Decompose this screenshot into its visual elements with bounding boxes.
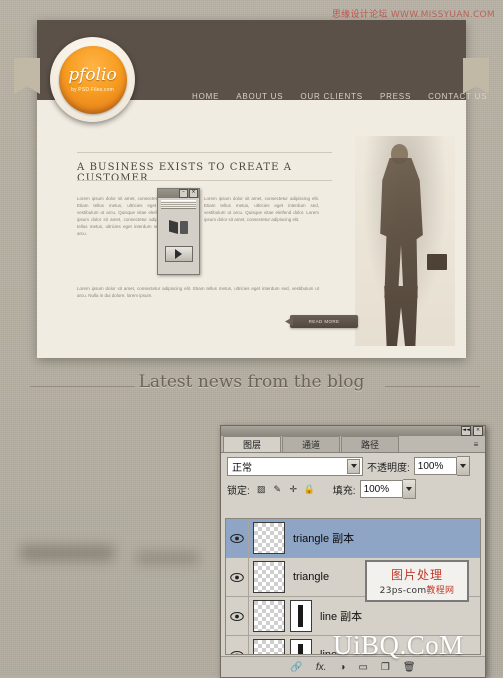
- blend-row: 正常 不透明度: 100%: [221, 453, 485, 476]
- table-row[interactable]: triangle 副本: [226, 519, 480, 558]
- tab-paths[interactable]: 路径: [341, 436, 399, 452]
- badge-line-2-b: 教程网: [426, 586, 455, 596]
- mini-panel-tool-icons[interactable]: [164, 213, 194, 241]
- visibility-eye-icon[interactable]: [226, 597, 249, 635]
- opacity-label: 不透明度:: [367, 462, 410, 474]
- lock-label: 锁定:: [227, 485, 250, 497]
- layer-thumbnail[interactable]: [253, 600, 285, 632]
- site-logo-circle: pfolio by PSD.Files.com: [58, 45, 127, 114]
- layer-thumbnail[interactable]: [253, 522, 285, 554]
- blend-mode-select[interactable]: 正常: [227, 456, 363, 476]
- mini-panel-body: [158, 209, 199, 266]
- screenshot-root: 思缘设计论坛 WWW.MISSYUAN.COM HOME ABOUT US OU…: [0, 0, 503, 678]
- floating-mini-panel[interactable]: – ×: [157, 188, 200, 275]
- all-lock-icon[interactable]: 🔒: [304, 483, 315, 495]
- fx-icon[interactable]: fx.: [316, 662, 327, 673]
- read-more-button[interactable]: READ MORE: [290, 315, 358, 328]
- fill-label: 填充:: [332, 485, 356, 497]
- watermark-top: 思缘设计论坛 WWW.MISSYUAN.COM: [332, 7, 495, 20]
- visibility-eye-icon[interactable]: [226, 519, 249, 557]
- fill-chevron-down-icon[interactable]: [402, 479, 416, 499]
- tab-channels[interactable]: 通道: [282, 436, 340, 452]
- body-column-2: Lorem ipsum dolor sit amet, consectetur …: [204, 196, 319, 222]
- folder-icon[interactable]: ▭: [358, 662, 367, 673]
- play-icon: [175, 249, 182, 259]
- badge-line-2: 23ps-com教程网: [380, 583, 455, 596]
- badge-line-2-a: 23ps-com: [379, 586, 427, 596]
- mini-panel-minimize-button[interactable]: –: [179, 189, 188, 198]
- chevron-down-icon[interactable]: [347, 458, 360, 474]
- layer-name: line 副本: [320, 611, 363, 623]
- headline-rule-top: [77, 152, 332, 153]
- layer-thumbnail[interactable]: [253, 639, 285, 654]
- palette-tabs[interactable]: 图层 通道 路径 ≡: [221, 436, 485, 453]
- figure-briefcase: [427, 254, 447, 270]
- layer-mask-thumbnail[interactable]: [290, 600, 312, 632]
- fill-input[interactable]: 100%: [359, 480, 403, 498]
- site-logo-text: pfolio: [68, 64, 117, 85]
- checker-lock-icon[interactable]: ▨: [256, 483, 267, 495]
- layer-name: triangle 副本: [293, 533, 355, 545]
- blog-heading-rule-right: [385, 386, 480, 387]
- trash-icon[interactable]: 🗑: [403, 662, 416, 673]
- read-more-label: READ MORE: [308, 319, 340, 324]
- brush-lock-icon[interactable]: ✎: [272, 483, 283, 495]
- panel-menu-icon[interactable]: ≡: [471, 439, 481, 449]
- new-layer-icon[interactable]: ❐: [381, 662, 390, 673]
- mini-panel-close-button[interactable]: ×: [189, 189, 198, 198]
- blurred-thumb-left: [20, 545, 115, 561]
- layer-name: triangle: [293, 571, 330, 583]
- lock-row: 锁定: ▨ ✎ ✛ 🔒 填充: 100%: [221, 476, 485, 499]
- mini-panel-grip[interactable]: [161, 200, 196, 209]
- watermark-top-en: WWW.MISSYUAN.COM: [390, 10, 495, 20]
- document-icon[interactable]: [180, 220, 188, 234]
- link-icon[interactable]: 🔗: [290, 662, 302, 673]
- palette-close-button[interactable]: ×: [473, 426, 483, 436]
- move-lock-icon[interactable]: ✛: [288, 483, 299, 495]
- mask-icon[interactable]: ◑: [339, 662, 345, 673]
- site-logo: pfolio by PSD.Files.com: [50, 37, 135, 122]
- watermark-top-cn: 思缘设计论坛: [331, 10, 388, 20]
- opacity-field-group[interactable]: 100%: [413, 456, 470, 476]
- palette-titlebar[interactable]: ◄◄ ×: [221, 426, 485, 436]
- layer-thumbnail[interactable]: [253, 561, 285, 593]
- blog-heading: Latest news from the blog: [138, 372, 365, 392]
- lock-icon-group[interactable]: ▨ ✎ ✛ 🔒: [256, 483, 315, 495]
- mini-panel-titlebar[interactable]: – ×: [158, 189, 199, 198]
- opacity-chevron-down-icon[interactable]: [456, 456, 470, 476]
- opacity-input[interactable]: 100%: [413, 457, 457, 475]
- site-logo-subtext: by PSD.Files.com: [71, 86, 114, 93]
- ribbon-left: [14, 58, 40, 94]
- watermark-bottom: UiBQ.CoM: [333, 630, 464, 660]
- fill-field-group[interactable]: 100%: [359, 479, 416, 499]
- hero-illustration: [355, 136, 455, 346]
- badge-line-1: 图片处理: [390, 568, 443, 582]
- headline-rule-bottom: [77, 180, 332, 181]
- layer-mask-thumbnail[interactable]: [290, 639, 312, 654]
- body-column-3: Lorem ipsum dolor sit amet, consectetur …: [77, 286, 319, 298]
- play-button[interactable]: [164, 246, 193, 262]
- tutorial-watermark-badge: 图片处理 23ps-com教程网: [365, 560, 469, 602]
- blend-mode-value: 正常: [232, 462, 252, 474]
- site-content: A BUSINESS EXISTS TO CREATE A CUSTOMER L…: [37, 100, 466, 358]
- figure-legs: [384, 286, 418, 346]
- tab-layers[interactable]: 图层: [223, 436, 281, 452]
- figure-body: [380, 158, 423, 298]
- flag-icon[interactable]: [169, 220, 178, 234]
- palette-collapse-button[interactable]: ◄◄: [461, 426, 471, 436]
- visibility-eye-icon[interactable]: [226, 558, 249, 596]
- blurred-thumb-right: [135, 552, 200, 564]
- visibility-eye-icon[interactable]: [226, 636, 249, 654]
